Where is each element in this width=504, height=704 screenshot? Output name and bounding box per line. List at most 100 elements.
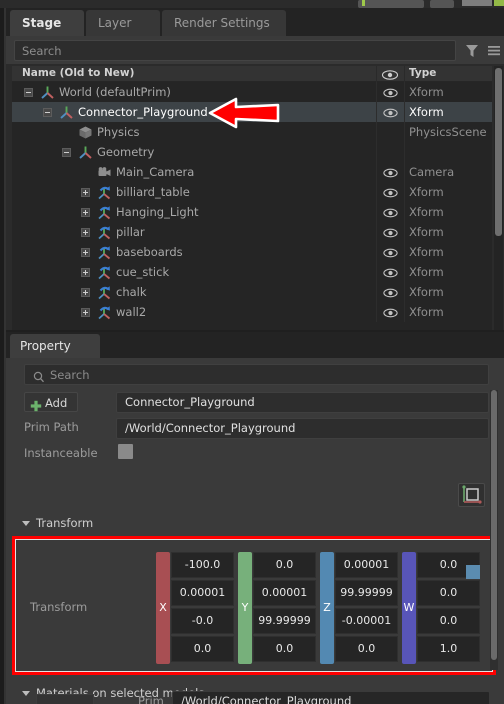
tree-row[interactable]: cue_stick Xform [12,262,492,282]
visibility-eye-icon[interactable] [382,265,399,279]
row-separator-1 [376,162,377,182]
matrix-cell-x0[interactable]: -100.0 [171,552,234,578]
matrix-cell-x3[interactable]: 0.0 [171,636,234,662]
row-separator-1 [376,122,377,142]
row-separator-1 [376,142,377,162]
property-vertical-scrollbar[interactable] [490,390,498,670]
eye-icon[interactable] [380,67,400,81]
materials-prim-field[interactable]: /World/Connector_Playground [172,691,490,704]
tree-expander-plus-icon[interactable] [81,248,90,257]
tab-property[interactable]: Property [10,334,100,358]
xform-reference-icon [97,205,112,220]
matrix-cell-w3[interactable]: 1.0 [417,636,480,662]
axis-gizmo-icon[interactable] [458,483,485,507]
column-header-name[interactable]: Name (Old to New) [22,67,134,79]
tree-row[interactable]: billiard_table Xform [12,182,492,202]
scrollbar-thumb[interactable] [491,390,497,660]
column-header-type[interactable]: Type [409,67,436,79]
tree-expander-minus-icon[interactable] [24,88,33,97]
transform-section-header[interactable]: Transform [18,513,496,535]
visibility-eye-icon[interactable] [382,105,399,119]
tab-stage[interactable]: Stage [10,10,84,36]
tree-row-type: Xform [409,265,444,279]
prim-path-field[interactable]: /World/Connector_Playground [116,418,489,439]
visibility-eye-icon[interactable] [382,85,399,99]
tree-row[interactable]: wall2 Xform [12,302,492,322]
matrix-cell-z3[interactable]: 0.0 [335,636,398,662]
tree-row[interactable]: Main_Camera Camera [12,162,492,182]
tree-row-type: Xform [409,85,444,99]
tree-expander-plus-icon[interactable] [81,308,90,317]
matrix-cell-z0[interactable]: 0.00001 [335,552,398,578]
matrix-cell-x2[interactable]: -0.0 [171,608,234,634]
row-separator-2 [404,242,405,262]
tree-row[interactable]: Physics PhysicsScene [12,122,492,142]
tree-expander-plus-icon[interactable] [81,228,90,237]
transform-section-title: Transform [36,516,94,530]
tree-expander-minus-icon[interactable] [62,148,71,157]
transform-column-x: X -100.0 0.00001 -0.0 0.0 [156,552,234,664]
row-separator-1 [376,242,377,262]
tree-row[interactable]: pillar Xform [12,222,492,242]
matrix-cell-y1[interactable]: 0.00001 [253,580,316,606]
row-separator-2 [404,162,405,182]
property-panel: Property Search Add Connector_Playground… [6,332,504,704]
tree-expander-plus-icon[interactable] [81,288,90,297]
tree-expander-plus-icon[interactable] [81,268,90,277]
matrix-cell-y3[interactable]: 0.0 [253,636,316,662]
stage-vertical-scrollbar[interactable] [494,66,503,330]
matrix-cell-z1[interactable]: 99.99999 [335,580,398,606]
tree-row-type: Xform [409,225,444,239]
tree-row-type: Xform [409,285,444,299]
toolbar-button-left[interactable] [358,0,424,8]
matrix-cell-y0[interactable]: 0.0 [253,552,316,578]
tree-expander-minus-icon[interactable] [43,108,52,117]
visibility-eye-icon[interactable] [382,245,399,259]
visibility-eye-icon[interactable] [382,205,399,219]
matrix-cell-w1[interactable]: 0.0 [417,580,480,606]
tree-column-headers: Name (Old to New) Type [12,66,492,82]
tab-layer[interactable]: Layer [86,10,160,36]
tree-row-name: cue_stick [116,265,170,279]
transform-matrix: Transform X -100.0 0.00001 -0.0 0.0 Y 0.… [15,539,493,672]
tree-row[interactable]: World (defaultPrim) Xform [12,82,492,102]
matrix-cell-x1[interactable]: 0.00001 [171,580,234,606]
toolbar-button-mid[interactable] [430,0,454,8]
tree-row[interactable]: Geometry [12,142,492,162]
visibility-eye-icon[interactable] [382,165,399,179]
visibility-eye-icon[interactable] [382,185,399,199]
tab-render-settings[interactable]: Render Settings [162,10,286,36]
prim-name-field[interactable]: Connector_Playground [116,392,489,413]
header-separator-1 [376,66,377,82]
matrix-cell-w2[interactable]: 0.0 [417,608,480,634]
matrix-cell-y2[interactable]: 99.99999 [253,608,316,634]
visibility-eye-icon[interactable] [382,305,399,319]
tree-row[interactable]: chalk Xform [12,282,492,302]
visibility-eye-icon[interactable] [382,285,399,299]
transform-resize-handle[interactable] [466,565,480,579]
row-separator-1 [376,262,377,282]
scrollbar-thumb[interactable] [495,68,502,236]
visibility-eye-icon[interactable] [382,225,399,239]
xform-reference-icon [97,225,112,240]
instanceable-checkbox[interactable] [118,444,133,459]
matrix-cell-z2[interactable]: -0.00001 [335,608,398,634]
tree-row-name: Geometry [97,145,155,159]
stage-search-input[interactable]: Search [14,40,456,61]
instanceable-label: Instanceable [24,446,98,460]
add-button[interactable]: Add [24,392,78,412]
tree-row[interactable]: Connector_Playground Xform [12,102,492,122]
tree-row-name: Hanging_Light [116,205,199,219]
tree-expander-plus-icon[interactable] [81,208,90,217]
stage-tree[interactable]: World (defaultPrim) Xform Connector_Playgr… [12,82,492,330]
camera-icon [97,165,112,180]
menu-icon[interactable] [484,41,504,60]
tree-row[interactable]: Hanging_Light Xform [12,202,492,222]
tree-row-name: Physics [97,125,140,139]
tree-expander-plus-icon[interactable] [81,188,90,197]
filter-icon[interactable] [462,41,482,60]
property-search-input[interactable]: Search [24,364,489,385]
tree-row[interactable]: baseboards Xform [12,242,492,262]
search-icon [33,369,45,383]
stage-tabbar: Stage Layer Render Settings [6,8,504,36]
